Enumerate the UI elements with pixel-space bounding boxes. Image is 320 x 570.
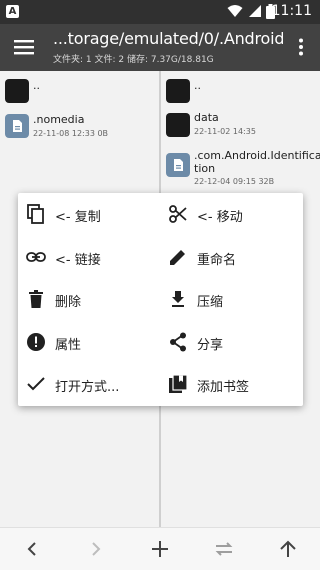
menu-item-copy[interactable]: <- 复制 [18,193,158,235]
status-bar: A 11:11 [0,0,320,24]
scissors-icon [169,205,187,223]
menu-item-label: <- 复制 [55,210,101,225]
signal-icon [249,5,261,17]
add-icon[interactable] [149,538,171,560]
file-name: .. [194,79,201,92]
app-notification-icon: A [6,5,19,18]
menu-item-label: 属性 [55,338,82,353]
file-icon [166,153,190,177]
list-item[interactable]: .. [161,75,320,105]
download-icon [172,291,184,307]
menu-item-label: 打开方式... [55,380,120,395]
check-icon [27,377,45,391]
menu-item-label: 删除 [55,295,82,310]
up-arrow-icon[interactable] [277,538,299,560]
menu-item-delete[interactable]: 删除 [18,278,158,320]
menu-item-share[interactable]: 分享 [160,321,300,363]
copy-icon [27,204,44,224]
menu-item-compress[interactable]: 压缩 [160,278,300,320]
file-icon [5,114,29,138]
bottom-toolbar [0,527,320,570]
menu-item-label: 添加书签 [197,380,250,395]
menu-item-label: <- 移动 [197,210,243,225]
file-meta: 22-12-04 09:15 32B [194,177,275,186]
list-item[interactable]: data 22-11-02 14:35 [161,109,320,145]
info-icon [27,333,45,351]
wifi-icon [227,5,243,17]
menu-item-open-with[interactable]: 打开方式... [18,363,158,405]
share-icon [170,332,186,352]
menu-item-move[interactable]: <- 移动 [160,193,300,235]
file-name-line-1: .com.Android.Identifica [194,149,320,162]
folder-icon [166,79,190,103]
path-title: ...torage/emulated/0/.Android/ [53,29,283,48]
storage-summary: 文件夹: 1 文件: 2 储存: 7.37G/18.81G [53,55,214,65]
swap-icon[interactable] [213,538,235,560]
file-name-line-2: tion [194,162,216,175]
menu-item-link[interactable]: <- 链接 [18,236,158,278]
context-menu: <- 复制 <- 移动 <- 链接 重命名 删除 压缩 属性 分享 打开方式..… [18,193,303,406]
folder-icon [166,113,190,137]
menu-item-label: 重命名 [197,253,237,268]
file-name: .nomedia [33,113,85,126]
list-item[interactable]: .. [0,75,159,105]
more-vert-icon[interactable] [298,38,304,56]
file-name: .. [33,79,40,92]
app-bar: ...torage/emulated/0/.Android/ 文件夹: 1 文件… [0,24,320,71]
clock: 11:11 [271,3,312,19]
list-item[interactable]: .com.Android.Identifica tion 22-12-04 09… [161,147,320,191]
forward-arrow-icon[interactable] [85,538,107,560]
menu-item-add-bookmark[interactable]: 添加书签 [160,363,300,405]
bookmark-icon [169,374,188,393]
file-meta: 22-11-08 12:33 0B [33,129,109,138]
menu-item-label: 分享 [197,338,224,353]
menu-item-rename[interactable]: 重命名 [160,236,300,278]
menu-icon[interactable] [14,38,34,56]
link-icon [26,252,46,262]
trash-icon [29,290,43,308]
menu-item-label: 压缩 [197,295,224,310]
back-arrow-icon[interactable] [21,538,43,560]
folder-icon [5,79,29,103]
file-name: data [194,111,219,124]
file-meta: 22-11-02 14:35 [194,127,256,136]
menu-item-label: <- 链接 [55,253,101,268]
pencil-icon [170,250,185,265]
list-item[interactable]: .nomedia 22-11-08 12:33 0B [0,109,159,145]
menu-item-properties[interactable]: 属性 [18,321,158,363]
